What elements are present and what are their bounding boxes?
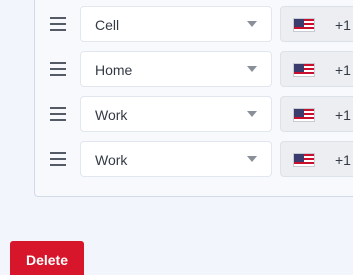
- country-code: +1: [335, 62, 351, 78]
- phone-type-select[interactable]: Work: [80, 96, 272, 132]
- phone-numbers-editor: Cell +1 70 Home +1 70 Work +1 70: [0, 0, 353, 275]
- phone-type-label: Home: [95, 62, 133, 78]
- us-flag-icon[interactable]: [293, 18, 315, 32]
- chevron-down-icon: [247, 21, 257, 27]
- us-flag-icon[interactable]: [293, 108, 315, 122]
- drag-handle-icon[interactable]: [50, 17, 66, 31]
- phone-type-select[interactable]: Cell: [80, 6, 272, 42]
- phone-row: Work +1 70: [48, 96, 353, 134]
- drag-handle-icon[interactable]: [50, 62, 66, 76]
- chevron-down-icon: [247, 111, 257, 117]
- country-code: +1: [335, 17, 351, 33]
- drag-handle-icon[interactable]: [50, 152, 66, 166]
- phone-row: Cell +1 70: [48, 6, 353, 44]
- phone-number-field[interactable]: +1 55: [280, 141, 353, 177]
- phone-type-select[interactable]: Home: [80, 51, 272, 87]
- phone-type-label: Cell: [95, 17, 120, 33]
- chevron-down-icon: [247, 66, 257, 72]
- phone-type-select[interactable]: Work: [80, 141, 272, 177]
- phone-number-field[interactable]: +1 70: [280, 51, 353, 87]
- phone-type-label: Work: [95, 152, 128, 168]
- us-flag-icon[interactable]: [293, 63, 315, 77]
- delete-button[interactable]: Delete: [10, 241, 84, 275]
- country-code: +1: [335, 107, 351, 123]
- phone-row: Work +1 55: [48, 141, 353, 179]
- country-code: +1: [335, 152, 351, 168]
- phone-row: Home +1 70: [48, 51, 353, 89]
- phone-number-field[interactable]: +1 70: [280, 6, 353, 42]
- phone-type-label: Work: [95, 107, 128, 123]
- us-flag-icon[interactable]: [293, 153, 315, 167]
- phone-number-field[interactable]: +1 70: [280, 96, 353, 132]
- drag-handle-icon[interactable]: [50, 107, 66, 121]
- chevron-down-icon: [247, 156, 257, 162]
